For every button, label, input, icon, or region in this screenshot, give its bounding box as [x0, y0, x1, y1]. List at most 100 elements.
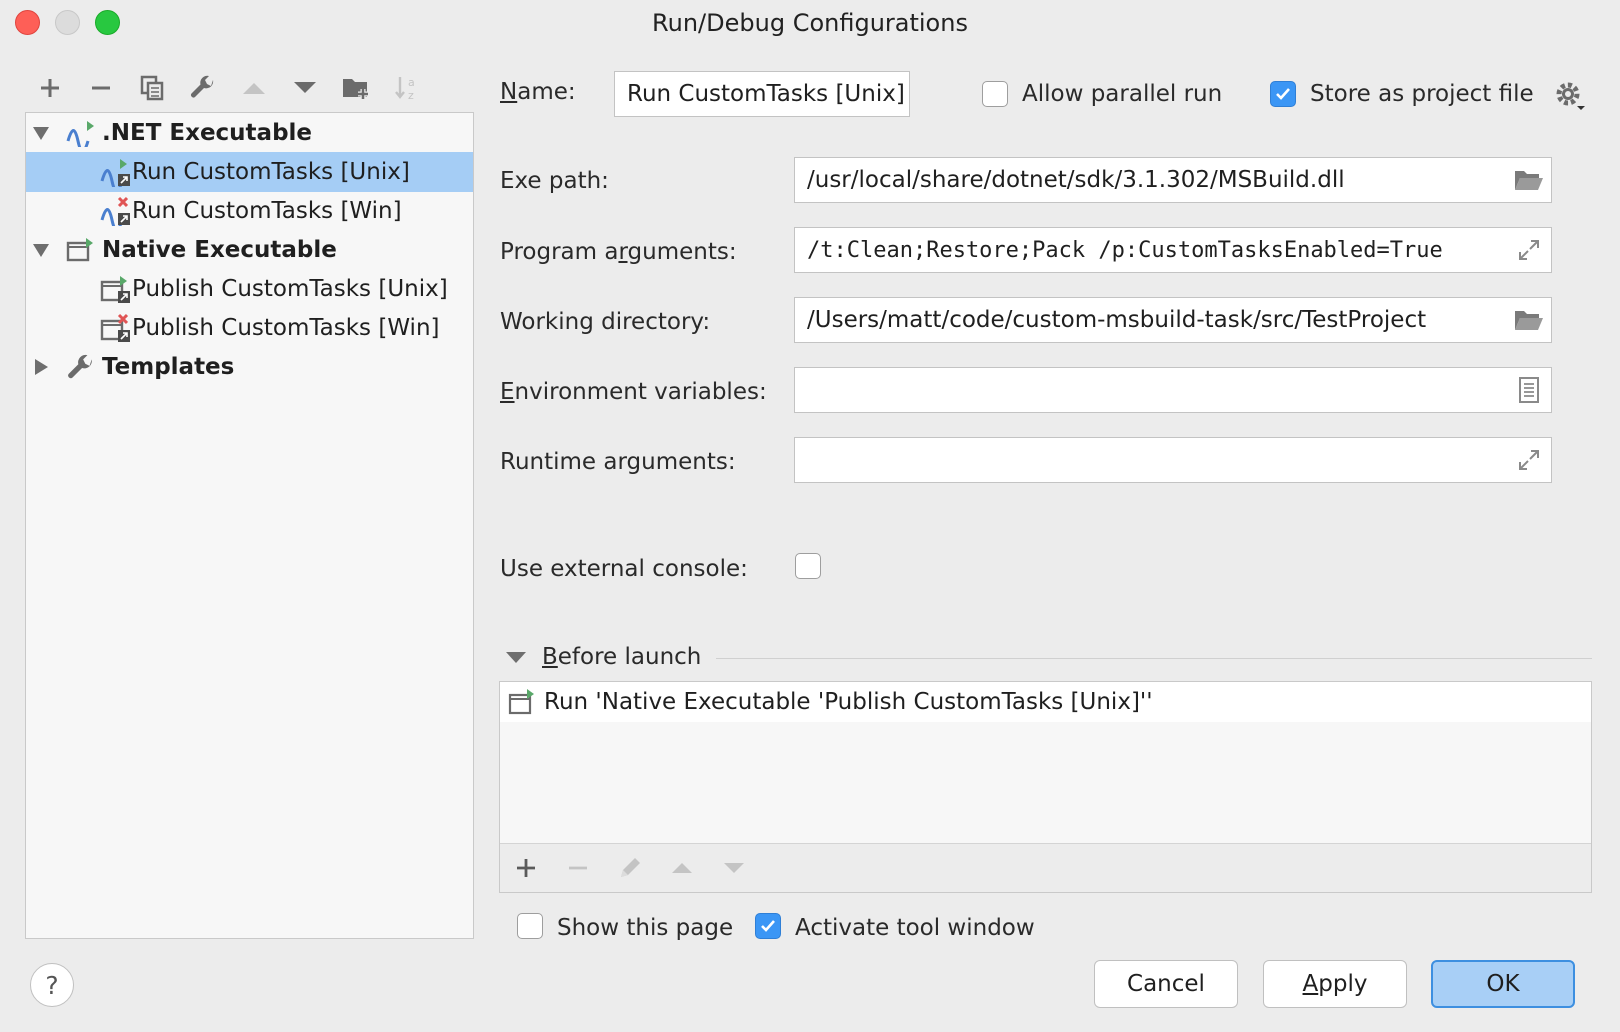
program-arguments-value: /t:Clean;Restore;Pack /p:CustomTasksEnab…	[807, 237, 1443, 263]
apply-button[interactable]: Apply	[1263, 960, 1407, 1008]
window-title: Run/Debug Configurations	[652, 9, 968, 37]
before-launch-title-rest: efore launch	[557, 644, 702, 670]
wrench-icon	[68, 354, 92, 379]
sort-alpha-icon: az	[395, 76, 415, 102]
working-directory-input[interactable]: /Users/matt/code/custom-msbuild-task/src…	[794, 297, 1552, 343]
copy-configuration-button[interactable]	[134, 70, 170, 106]
arrow-down-icon	[294, 82, 316, 93]
edit-defaults-button[interactable]	[185, 70, 221, 106]
project-file-settings-button[interactable]	[1553, 79, 1587, 113]
remove-task-button[interactable]	[560, 850, 596, 886]
move-task-up-button[interactable]	[664, 850, 700, 886]
environment-variables-label-rest: nvironment variables:	[514, 379, 767, 405]
allow-parallel-run-label: Allow parallel run	[1022, 81, 1223, 107]
runtime-arguments-input[interactable]	[794, 437, 1552, 483]
program-arguments-label-mnemonic: r	[618, 239, 628, 265]
dotnet-run-icon	[100, 159, 130, 187]
tree-item-label: Run CustomTasks [Unix]	[132, 159, 410, 185]
plus-icon	[517, 859, 535, 877]
program-arguments-label-end: guments:	[627, 239, 737, 265]
before-launch-item-label: Run 'Native Executable 'Publish CustomTa…	[544, 689, 1153, 715]
new-folder-button[interactable]	[338, 70, 374, 106]
arrow-up-icon	[243, 83, 265, 94]
environment-variables-input[interactable]	[794, 367, 1552, 413]
browse-working-directory-button[interactable]	[1507, 298, 1551, 342]
copy-icon	[140, 75, 164, 101]
move-down-button[interactable]	[287, 70, 323, 106]
tree-group-dotnet-executable[interactable]: .NET Executable	[26, 113, 473, 153]
remove-configuration-button[interactable]	[83, 70, 119, 106]
new-folder-icon	[343, 79, 368, 99]
tree-item-label: Publish CustomTasks [Win]	[132, 315, 440, 341]
tree-item-run-customtasks-win[interactable]: Run CustomTasks [Win]	[26, 191, 473, 231]
plus-icon	[41, 79, 59, 97]
title-bar: Run/Debug Configurations	[0, 0, 1620, 46]
exe-path-input[interactable]: /usr/local/share/dotnet/sdk/3.1.302/MSBu…	[794, 157, 1552, 203]
before-launch-toolbar	[500, 843, 1591, 892]
arrow-down-icon	[724, 863, 744, 873]
edit-environment-variables-button[interactable]	[1507, 368, 1551, 412]
edit-task-button[interactable]	[612, 850, 648, 886]
pencil-icon	[621, 858, 640, 877]
native-run-icon	[100, 276, 130, 303]
program-arguments-input[interactable]: /t:Clean;Restore;Pack /p:CustomTasksEnab…	[794, 227, 1552, 273]
tree-group-label: Native Executable	[102, 237, 337, 263]
name-label: Name:	[500, 79, 576, 105]
help-button[interactable]: ?	[30, 963, 74, 1007]
cancel-button[interactable]: Cancel	[1094, 960, 1238, 1008]
allow-parallel-run-checkbox[interactable]	[982, 81, 1008, 107]
collapse-arrow-icon[interactable]	[35, 359, 48, 375]
exe-path-value: /usr/local/share/dotnet/sdk/3.1.302/MSBu…	[807, 167, 1345, 193]
move-up-button[interactable]	[236, 70, 272, 106]
activate-tool-window-checkbox[interactable]	[755, 913, 781, 939]
run-debug-dialog: Run/Debug Configurations az .NET Executa…	[0, 0, 1620, 1032]
before-launch-collapse-icon[interactable]	[506, 652, 526, 663]
native-exec-icon	[66, 238, 93, 262]
add-configuration-button[interactable]	[32, 70, 68, 106]
gear-icon	[1556, 82, 1585, 110]
expand-arrow-icon[interactable]	[33, 127, 49, 140]
program-arguments-label: Program arguments:	[500, 239, 737, 265]
expand-runtime-arguments-button[interactable]	[1507, 438, 1551, 482]
arrow-up-icon	[672, 863, 692, 873]
tree-item-label: Run CustomTasks [Win]	[132, 198, 402, 224]
runtime-arguments-label: Runtime arguments:	[500, 449, 736, 475]
tree-group-label: .NET Executable	[102, 120, 313, 146]
dotnet-error-icon	[100, 196, 130, 226]
expand-arrow-icon[interactable]	[33, 244, 49, 257]
ok-button[interactable]: OK	[1431, 960, 1575, 1008]
tree-group-templates[interactable]: Templates	[26, 347, 473, 387]
move-task-down-button[interactable]	[716, 850, 752, 886]
tree-item-publish-customtasks-win[interactable]: Publish CustomTasks [Win]	[26, 308, 473, 348]
native-run-icon	[508, 689, 534, 715]
show-this-page-checkbox[interactable]	[517, 913, 543, 939]
dotnet-icon	[66, 121, 94, 147]
use-external-console-checkbox[interactable]	[795, 553, 821, 579]
tree-group-native-executable[interactable]: Native Executable	[26, 230, 473, 270]
configuration-tree: .NET Executable Run CustomTasks [Unix] R…	[25, 112, 474, 939]
name-label-rest: ame:	[517, 79, 576, 105]
name-input-value: Run CustomTasks [Unix]	[627, 81, 905, 107]
exe-path-label: Exe path:	[500, 168, 609, 194]
expand-program-arguments-button[interactable]	[1507, 228, 1551, 272]
tree-group-label: Templates	[102, 354, 235, 380]
tree-item-run-customtasks-unix[interactable]: Run CustomTasks [Unix]	[26, 152, 473, 192]
show-this-page-label: Show this page	[557, 915, 734, 941]
wrench-icon	[191, 75, 214, 98]
sort-button[interactable]: az	[389, 70, 425, 106]
svg-text:z: z	[408, 89, 414, 102]
browse-exe-path-button[interactable]	[1507, 158, 1551, 202]
checkmark-icon	[1276, 88, 1290, 100]
folder-open-icon	[1515, 171, 1543, 190]
tree-item-label: Publish CustomTasks [Unix]	[132, 276, 448, 302]
minus-icon	[569, 866, 587, 870]
svg-text:a: a	[408, 76, 415, 89]
tree-item-publish-customtasks-unix[interactable]: Publish CustomTasks [Unix]	[26, 269, 473, 309]
before-launch-divider	[716, 658, 1592, 659]
minus-icon	[92, 86, 110, 90]
apply-button-rest: pply	[1318, 971, 1368, 997]
store-as-project-file-checkbox[interactable]	[1270, 81, 1296, 107]
add-task-button[interactable]	[508, 850, 544, 886]
name-input[interactable]: Run CustomTasks [Unix]	[614, 71, 910, 117]
before-launch-item[interactable]: Run 'Native Executable 'Publish CustomTa…	[500, 682, 1591, 722]
